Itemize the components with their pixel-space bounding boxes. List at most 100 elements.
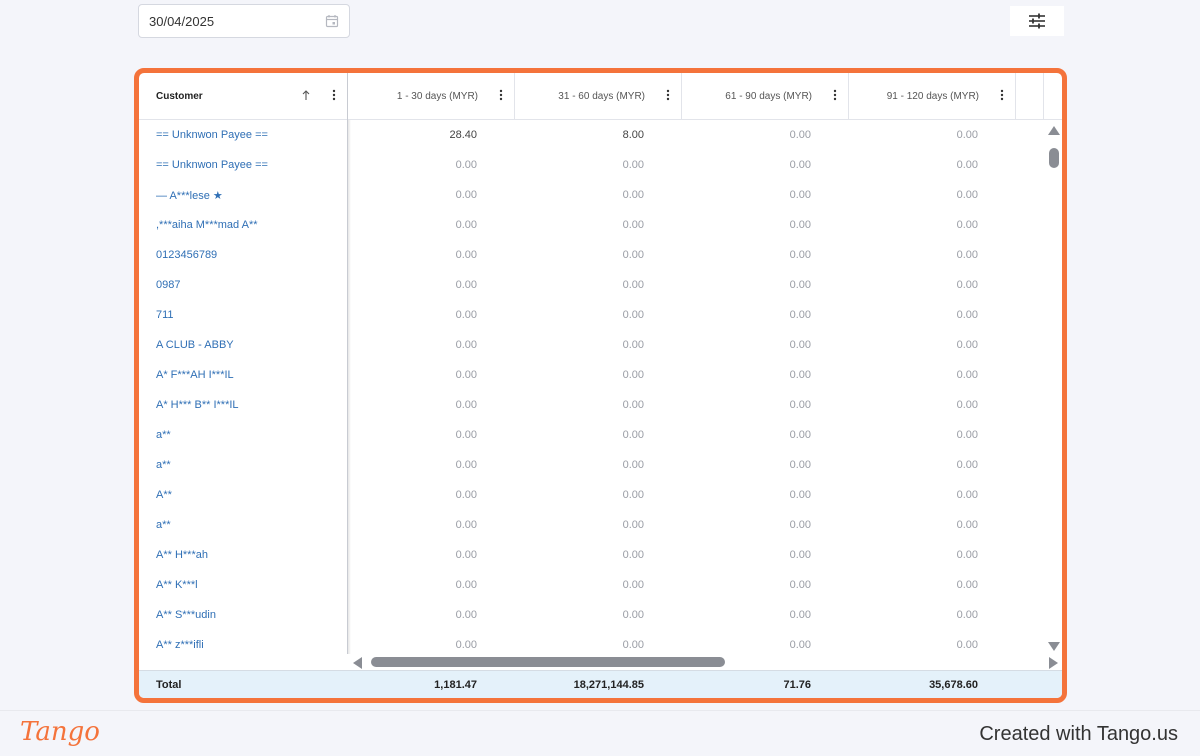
amount-cell: 0.00 bbox=[622, 339, 644, 351]
kebab-menu-icon[interactable] bbox=[666, 89, 670, 101]
customer-link[interactable]: ,***aiha M***mad A** bbox=[139, 210, 348, 240]
customer-link[interactable]: — A***lese ★ bbox=[139, 180, 348, 210]
customer-link[interactable]: A* F***AH I***IL bbox=[139, 360, 348, 390]
scroll-up-icon[interactable] bbox=[1048, 126, 1060, 135]
amount-cell: 0.00 bbox=[455, 219, 477, 231]
table-row[interactable]: A** H***ah 0.00 0.00 0.00 0.00 bbox=[139, 540, 1062, 570]
amount-cell: 28.40 bbox=[449, 129, 477, 141]
kebab-menu-icon[interactable] bbox=[1000, 89, 1004, 101]
created-with-text: Created with Tango.us bbox=[979, 723, 1178, 745]
amount-cell: 0.00 bbox=[455, 249, 477, 261]
amount-cell: 0.00 bbox=[789, 189, 811, 201]
table-row[interactable]: A* F***AH I***IL 0.00 0.00 0.00 0.00 bbox=[139, 360, 1062, 390]
column-header-spacer bbox=[1044, 73, 1062, 120]
table-row[interactable]: A** S***udin 0.00 0.00 0.00 0.00 bbox=[139, 600, 1062, 630]
customer-link[interactable]: 0123456789 bbox=[139, 240, 348, 270]
customer-link[interactable]: a** bbox=[139, 510, 348, 540]
filter-settings-button[interactable] bbox=[1010, 6, 1064, 36]
grid-footer-total-row: Total 1,181.47 18,271,144.85 71.76 35,67… bbox=[139, 670, 1062, 698]
customer-link[interactable]: A** K***l bbox=[139, 570, 348, 600]
customer-link[interactable]: A* H*** B** I***IL bbox=[139, 390, 348, 420]
kebab-menu-icon[interactable] bbox=[499, 89, 503, 101]
calendar-icon[interactable] bbox=[325, 14, 339, 28]
amount-cell: 0.00 bbox=[455, 579, 477, 591]
amount-cell: 0.00 bbox=[455, 489, 477, 501]
amount-cell: 0.00 bbox=[622, 159, 644, 171]
amount-cell: 0.00 bbox=[622, 249, 644, 261]
customer-link[interactable]: A** z***ifli bbox=[139, 630, 348, 654]
scroll-down-icon[interactable] bbox=[1048, 642, 1060, 651]
table-row[interactable]: A** K***l 0.00 0.00 0.00 0.00 bbox=[139, 570, 1062, 600]
grid-header: Customer 1 - 30 days (MYR) 31 - 60 days … bbox=[139, 73, 1062, 120]
amount-cell: 0.00 bbox=[622, 219, 644, 231]
amount-cell: 0.00 bbox=[789, 129, 811, 141]
vertical-scrollbar[interactable] bbox=[1046, 126, 1062, 651]
table-row[interactable]: 0123456789 0.00 0.00 0.00 0.00 bbox=[139, 240, 1062, 270]
horizontal-scrollbar[interactable] bbox=[351, 654, 1062, 670]
table-row[interactable]: — A***lese ★ 0.00 0.00 0.00 0.00 bbox=[139, 180, 1062, 210]
scroll-right-icon[interactable] bbox=[1049, 657, 1058, 669]
customer-link[interactable]: a** bbox=[139, 420, 348, 450]
customer-link[interactable]: a** bbox=[139, 450, 348, 480]
date-input[interactable]: 30/04/2025 bbox=[138, 4, 350, 38]
amount-cell: 0.00 bbox=[789, 609, 811, 621]
table-row[interactable]: a** 0.00 0.00 0.00 0.00 bbox=[139, 510, 1062, 540]
table-row[interactable]: A** 0.00 0.00 0.00 0.00 bbox=[139, 480, 1062, 510]
vertical-scroll-thumb[interactable] bbox=[1049, 148, 1059, 168]
customer-link[interactable]: 711 bbox=[139, 300, 348, 330]
grid-body: == Unknwon Payee == 28.40 8.00 0.00 0.00 == U… bbox=[139, 120, 1062, 654]
table-row[interactable]: a** 0.00 0.00 0.00 0.00 bbox=[139, 450, 1062, 480]
table-row[interactable]: == Unknwon Payee == 28.40 8.00 0.00 0.00 bbox=[139, 120, 1062, 150]
customer-link[interactable]: == Unknwon Payee == bbox=[139, 120, 348, 150]
total-label: Total bbox=[156, 678, 182, 691]
scroll-left-icon[interactable] bbox=[353, 657, 362, 669]
table-row[interactable]: a** 0.00 0.00 0.00 0.00 bbox=[139, 420, 1062, 450]
column-header-91-120-days[interactable]: 91 - 120 days (MYR) bbox=[849, 73, 1016, 120]
amount-cell: 8.00 bbox=[622, 129, 644, 141]
amount-cell: 0.00 bbox=[622, 459, 644, 471]
horizontal-scroll-thumb[interactable] bbox=[371, 657, 725, 667]
amount-cell: 0.00 bbox=[622, 309, 644, 321]
table-row[interactable]: A* H*** B** I***IL 0.00 0.00 0.00 0.00 bbox=[139, 390, 1062, 420]
tango-footer: Tango Created with Tango.us bbox=[0, 710, 1200, 756]
kebab-menu-icon[interactable] bbox=[833, 89, 837, 101]
table-row[interactable]: A CLUB - ABBY 0.00 0.00 0.00 0.00 bbox=[139, 330, 1062, 360]
customer-link[interactable]: == Unknwon Payee == bbox=[139, 150, 348, 180]
kebab-menu-icon[interactable] bbox=[332, 89, 336, 101]
customer-link[interactable]: A CLUB - ABBY bbox=[139, 330, 348, 360]
amount-cell: 0.00 bbox=[455, 399, 477, 411]
amount-cell: 0.00 bbox=[789, 249, 811, 261]
total-91-120-days: 35,678.60 bbox=[929, 678, 978, 691]
total-31-60-days: 18,271,144.85 bbox=[573, 678, 644, 691]
amount-cell: 0.00 bbox=[622, 279, 644, 291]
amount-cell: 0.00 bbox=[455, 369, 477, 381]
amount-cell: 0.00 bbox=[956, 159, 978, 171]
amount-cell: 0.00 bbox=[455, 549, 477, 561]
arrow-up-icon[interactable] bbox=[301, 89, 311, 101]
table-row[interactable]: A** z***ifli 0.00 0.00 0.00 0.00 bbox=[139, 630, 1062, 654]
column-header-61-90-days[interactable]: 61 - 90 days (MYR) bbox=[682, 73, 849, 120]
amount-cell: 0.00 bbox=[622, 189, 644, 201]
amount-cell: 0.00 bbox=[956, 489, 978, 501]
amount-cell: 0.00 bbox=[455, 339, 477, 351]
table-row[interactable]: 711 0.00 0.00 0.00 0.00 bbox=[139, 300, 1062, 330]
column-header-customer[interactable]: Customer bbox=[139, 73, 348, 120]
amount-cell: 0.00 bbox=[956, 309, 978, 321]
amount-cell: 0.00 bbox=[956, 189, 978, 201]
table-row[interactable]: ,***aiha M***mad A** 0.00 0.00 0.00 0.00 bbox=[139, 210, 1062, 240]
column-header-1-30-days[interactable]: 1 - 30 days (MYR) bbox=[348, 73, 515, 120]
column-header-31-60-days[interactable]: 31 - 60 days (MYR) bbox=[515, 73, 682, 120]
amount-cell: 0.00 bbox=[789, 399, 811, 411]
sliders-icon bbox=[1029, 13, 1045, 29]
amount-cell: 0.00 bbox=[455, 639, 477, 651]
customer-link[interactable]: A** bbox=[139, 480, 348, 510]
amount-cell: 0.00 bbox=[789, 429, 811, 441]
amount-cell: 0.00 bbox=[789, 159, 811, 171]
amount-cell: 0.00 bbox=[956, 339, 978, 351]
customer-link[interactable]: 0987 bbox=[139, 270, 348, 300]
amount-cell: 0.00 bbox=[956, 429, 978, 441]
table-row[interactable]: 0987 0.00 0.00 0.00 0.00 bbox=[139, 270, 1062, 300]
customer-link[interactable]: A** S***udin bbox=[139, 600, 348, 630]
table-row[interactable]: == Unknwon Payee == 0.00 0.00 0.00 0.00 bbox=[139, 150, 1062, 180]
customer-link[interactable]: A** H***ah bbox=[139, 540, 348, 570]
